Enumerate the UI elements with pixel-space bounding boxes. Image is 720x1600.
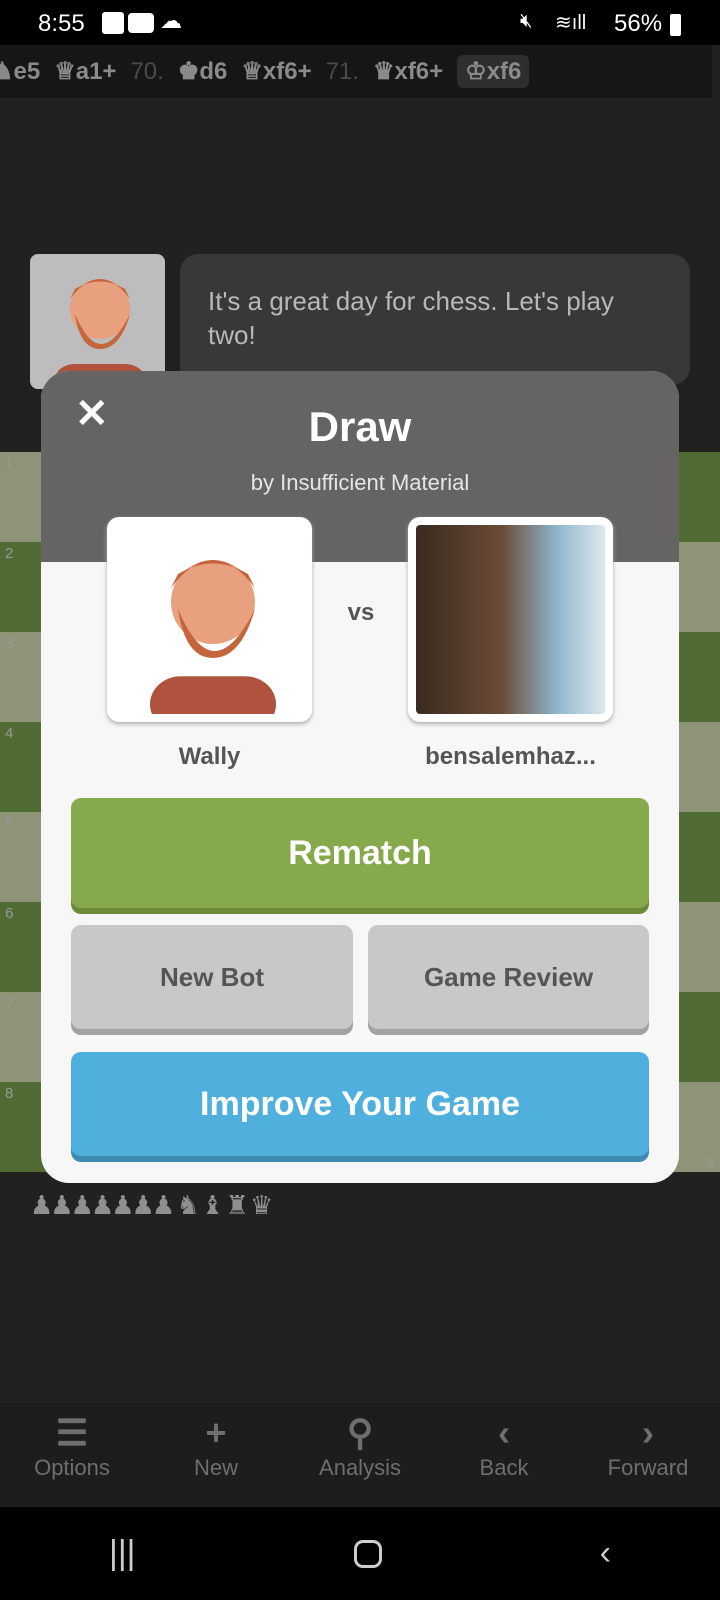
cloud-icon: ☁ [160,8,182,33]
move-text: xf6 [486,58,522,85]
recent-apps-icon[interactable]: ||| [109,1534,136,1573]
move-list[interactable]: ♞e5 ♕a1+ 70. ♚d6 ♕xf6+ 71. ♛xf6+ ♔xf6 [0,45,712,98]
move[interactable]: ♕a1+ [54,57,116,86]
player1-name: Wally [178,743,241,770]
mute-icon: 🔇︎ [520,10,533,32]
chevron-left-icon: ‹ [498,1412,510,1453]
nav-label: New [193,1455,238,1480]
piece-icon: ♕ [241,58,263,85]
status-bar: 8:55 ☁ 🔇︎ ≋ıll 56% [0,0,720,45]
bot-avatar [30,254,165,389]
piece-icon: ♕ [54,58,76,85]
chevron-right-icon: › [642,1412,654,1453]
move[interactable]: ♔xf6 [457,55,530,88]
move[interactable]: ♞e5 [0,57,40,86]
chat-bubble: It's a great day for chess. Let's play t… [180,254,690,385]
bottom-toolbar: ☰ Options + New ⚲ Analysis ‹ Back › Forward [0,1403,720,1507]
nav-back-button[interactable]: ‹ Back [432,1403,576,1507]
move-text: a1+ [75,58,117,85]
file-label: a [705,1153,714,1170]
piece-icon: ♚ [177,58,200,85]
rematch-button[interactable]: Rematch [71,798,649,908]
nav-new-button[interactable]: + New [144,1403,288,1507]
back-icon[interactable]: ‹ [600,1534,611,1573]
facebook-icon [102,12,124,34]
wifi-signal-icon: ≋ıll [555,12,587,34]
nav-label: Back [479,1455,529,1480]
player2-avatar [408,517,613,722]
piece-icon: ♔ [465,58,487,85]
player1-avatar [107,517,312,733]
move-number[interactable]: 70. [130,58,163,86]
nav-analysis-button[interactable]: ⚲ Analysis [288,1403,432,1507]
result-subtitle: by Insufficient Material [250,470,470,495]
move-text: xf6+ [394,58,444,85]
piece-icon: ♛ [372,58,395,85]
result-title: Draw [308,403,412,450]
battery-icon [670,14,681,36]
nav-options-button[interactable]: ☰ Options [0,1403,144,1507]
vs-label: vs [347,599,375,626]
move-text: d6 [199,58,228,85]
clock: 8:55 [38,10,85,37]
list-icon: ☰ [55,1412,89,1453]
piece-icon: ♞ [0,58,14,85]
nav-label: Forward [607,1455,689,1480]
home-icon[interactable] [353,1539,382,1568]
move-number[interactable]: 71. [326,58,359,86]
move[interactable]: ♚d6 [178,57,228,86]
improve-your-game-button[interactable]: Improve Your Game [71,1052,649,1156]
nav-label: Analysis [319,1455,401,1480]
move[interactable]: ♕xf6+ [241,57,311,86]
nav-forward-button[interactable]: › Forward [576,1403,720,1507]
youtube-icon [128,13,154,33]
game-over-dialog: ✕ Draw by Insufficient Material vs Wally… [41,371,679,1183]
nav-label: Options [34,1455,110,1480]
magnifier-icon: ⚲ [346,1412,374,1453]
system-nav-bar: ||| ‹ [0,1507,720,1600]
captured-pieces: ♟♟♟♟♟♟♟ ♞ ♝ ♜ ♛ [30,1190,273,1220]
plus-icon: + [205,1412,227,1453]
move-text: xf6+ [262,58,312,85]
move-text: e5 [13,58,41,85]
move[interactable]: ♛xf6+ [373,57,443,86]
new-bot-button[interactable]: New Bot [71,925,353,1029]
game-review-button[interactable]: Game Review [368,925,649,1029]
player2-name: bensalemhaz... [425,743,596,770]
battery-percent: 56% [614,10,663,37]
